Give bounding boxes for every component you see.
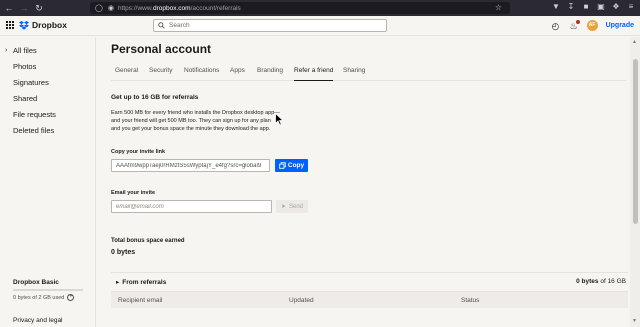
app-header: Dropbox ◴ ♨ AF Upgrade	[0, 16, 640, 36]
plan-name[interactable]: Dropbox Basic	[13, 279, 59, 286]
scrollbar-thumb[interactable]	[633, 59, 638, 224]
referrals-header[interactable]: ▸ From referrals 0 bytes of 16 GB	[111, 278, 628, 288]
header-actions: ◴ ♨ AF Upgrade	[551, 19, 634, 31]
avatar[interactable]: AF	[586, 20, 598, 31]
table-header: Recipient email Updated Status	[111, 291, 628, 308]
referral-description: Earn 500 MB for every friend who install…	[111, 109, 286, 133]
tab-general[interactable]: General	[115, 67, 138, 80]
brand-name: Dropbox	[32, 20, 67, 30]
scroll-up-icon[interactable]: ▲	[632, 39, 637, 45]
dropbox-logo-icon	[19, 20, 29, 30]
page-title: Personal account	[111, 42, 212, 56]
sidebar-item-shared[interactable]: Shared	[13, 94, 37, 103]
app-grid-icon[interactable]	[6, 21, 14, 29]
extension-icons: ▼ ↧ ■ ▣ ❖ ≡	[551, 2, 636, 12]
bell-icon[interactable]: ♨	[569, 19, 580, 31]
sidebar-item-file-requests[interactable]: File requests	[13, 110, 56, 119]
browser-toolbar: ← → ↻ ◯ ◉ https://www.dropbox.com/accoun…	[0, 0, 640, 16]
pocket-icon[interactable]: ▼	[551, 2, 561, 12]
chevron-right-icon: ▸	[116, 279, 120, 286]
storage-used-text: 0 bytes of 2 GB used	[13, 294, 65, 301]
referral-count-value: 0 bytes	[576, 278, 599, 285]
sidebar: › All files Photos Signatures Shared Fil…	[0, 37, 96, 327]
sidebar-item-signatures[interactable]: Signatures	[13, 78, 49, 87]
tab-bar: General Security Notifications Apps Bran…	[111, 67, 626, 81]
search-icon	[158, 22, 165, 29]
search-input[interactable]	[169, 22, 369, 29]
referral-description-line: and your friend will get 500 MB too. The…	[111, 118, 271, 124]
back-icon[interactable]: ←	[3, 2, 15, 14]
storage-bar	[13, 289, 83, 291]
shield-icon[interactable]: ◯	[95, 4, 103, 12]
invite-link-field[interactable]	[111, 159, 270, 172]
notification-dot	[575, 19, 580, 24]
referral-description-line: Earn 500 MB for every friend who install…	[111, 110, 280, 116]
upgrade-link[interactable]: Upgrade	[606, 22, 634, 29]
copy-icon	[279, 162, 286, 169]
referral-heading: Get up to 16 GB for referrals	[111, 94, 199, 101]
scroll-down-icon[interactable]: ▼	[632, 318, 637, 324]
page-scrollbar[interactable]: ▲ ▼	[630, 37, 640, 327]
referral-description-line: and you get your bonus space the minute …	[111, 126, 271, 132]
tab-branding[interactable]: Branding	[257, 67, 283, 80]
library-icon[interactable]: ▣	[596, 2, 606, 12]
email-invite-label: Email your invite	[111, 190, 156, 196]
column-updated[interactable]: Updated	[289, 297, 314, 304]
lock-icon[interactable]: ◉	[108, 4, 114, 12]
referral-count-suffix: of 16 GB	[600, 278, 626, 285]
bookmark-star-icon[interactable]: ☆	[495, 3, 502, 12]
url-text: https://www.dropbox.com/account/referral…	[117, 4, 241, 12]
sidebar-item-photos[interactable]: Photos	[13, 62, 36, 71]
tab-refer-a-friend[interactable]: Refer a friend	[294, 67, 334, 81]
tab-security[interactable]: Security	[149, 67, 172, 80]
forward-icon[interactable]: →	[18, 2, 30, 14]
dropbox-logo[interactable]: Dropbox	[19, 20, 67, 30]
copy-button[interactable]: Copy	[275, 159, 308, 172]
add-storage-icon[interactable]: +	[67, 294, 75, 301]
send-button-label: Send	[289, 203, 304, 210]
send-button[interactable]: ➤ Send	[276, 200, 308, 213]
privacy-link[interactable]: Privacy and legal	[13, 317, 63, 324]
tab-apps[interactable]: Apps	[230, 67, 245, 80]
referrals-panel: ▸ From referrals 0 bytes of 16 GB Recipi…	[111, 272, 628, 327]
referral-count: 0 bytes of 16 GB	[576, 278, 626, 285]
sidebar-item-all-files[interactable]: All files	[13, 46, 37, 55]
tab-sharing[interactable]: Sharing	[343, 67, 365, 80]
activity-icon[interactable]: ◴	[551, 21, 561, 31]
puzzle-icon[interactable]: ❖	[611, 2, 621, 12]
address-bar[interactable]: ◯ ◉ https://www.dropbox.com/account/refe…	[90, 2, 510, 14]
referrals-title-text: From referrals	[122, 278, 167, 286]
chevron-right-icon[interactable]: ›	[5, 47, 7, 54]
sidebar-item-deleted-files[interactable]: Deleted files	[13, 126, 54, 135]
bonus-label: Total bonus space earned	[111, 238, 185, 244]
send-icon: ➤	[280, 204, 286, 210]
column-status[interactable]: Status	[461, 297, 479, 304]
reload-icon[interactable]: ↻	[33, 2, 45, 14]
extension-icon[interactable]: ■	[581, 2, 591, 12]
download-icon[interactable]: ↧	[566, 2, 576, 12]
email-field[interactable]	[111, 200, 272, 213]
referrals-title: ▸ From referrals	[116, 278, 167, 287]
column-recipient-email[interactable]: Recipient email	[118, 297, 162, 304]
search-box[interactable]	[153, 19, 387, 32]
copy-button-label: Copy	[287, 162, 305, 169]
menu-icon[interactable]: ≡	[626, 2, 636, 12]
mouse-cursor-icon	[275, 113, 284, 126]
tab-notifications[interactable]: Notifications	[184, 67, 219, 80]
bonus-value: 0 bytes	[111, 249, 136, 256]
storage-used: 0 bytes of 2 GB used +	[13, 294, 75, 301]
main-content: Personal account General Security Notifi…	[97, 37, 630, 327]
copy-link-label: Copy your invite link	[111, 149, 166, 155]
